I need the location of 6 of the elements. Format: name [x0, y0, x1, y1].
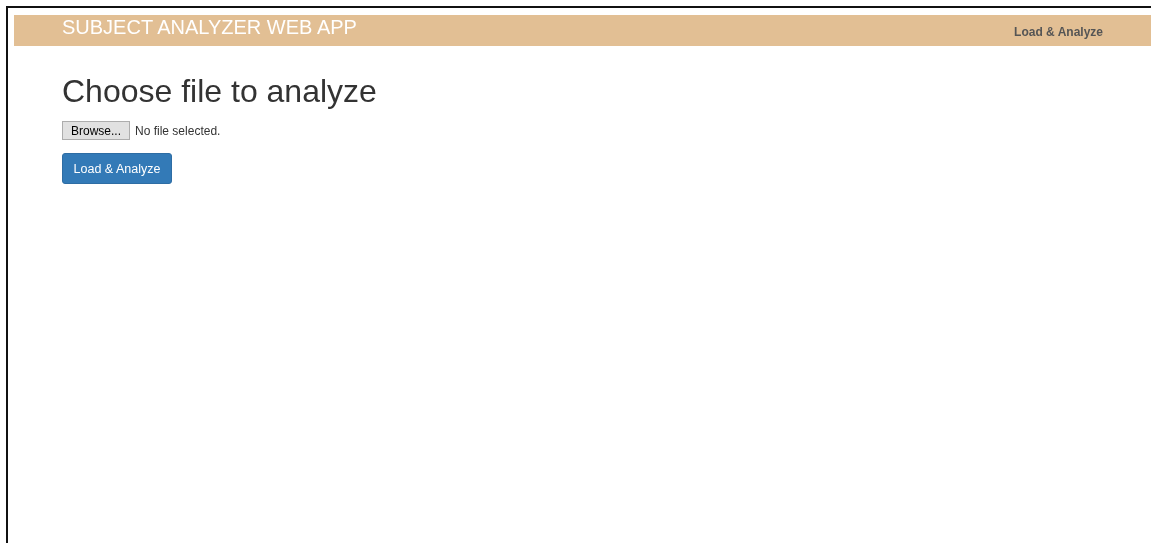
- app-title: SUBJECT ANALYZER WEB APP: [62, 16, 357, 39]
- load-analyze-button[interactable]: Load & Analyze: [62, 153, 172, 184]
- browse-button[interactable]: Browse...: [62, 121, 130, 140]
- nav-link[interactable]: Load & Analyze: [1014, 24, 1103, 39]
- page-heading: Choose file to analyze: [62, 72, 378, 110]
- file-status: No file selected.: [135, 123, 221, 138]
